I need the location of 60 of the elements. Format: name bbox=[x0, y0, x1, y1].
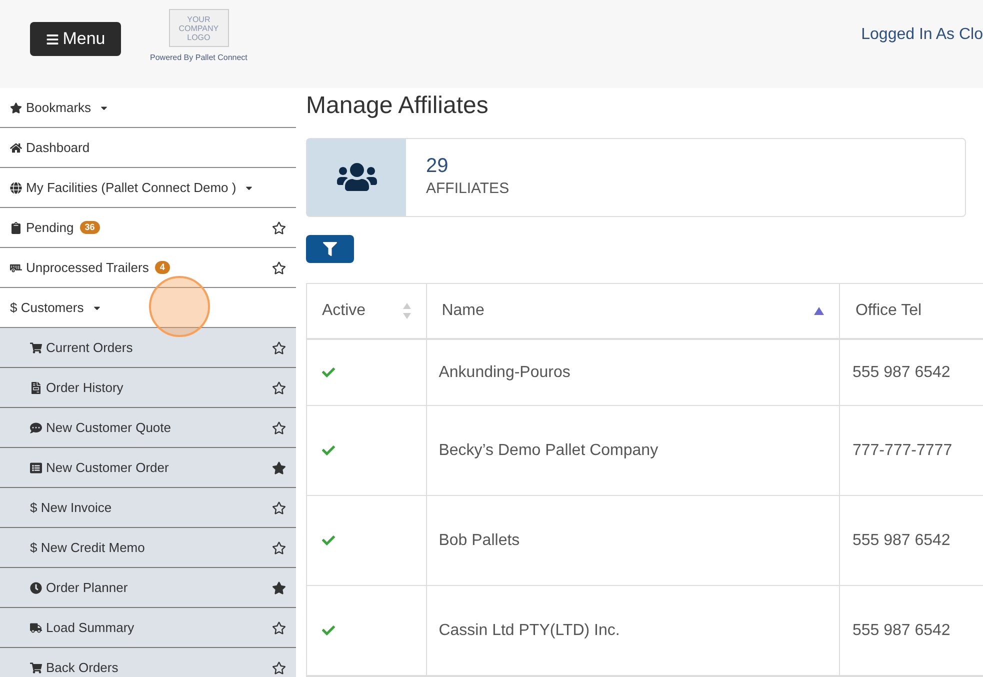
menu-button[interactable]: Menu bbox=[30, 22, 121, 56]
bookmark-star-icon[interactable] bbox=[272, 340, 286, 354]
home-icon bbox=[10, 142, 22, 154]
document-icon bbox=[30, 382, 42, 394]
table-cell-text: Bob Pallets bbox=[438, 530, 520, 550]
bookmark-star-icon[interactable] bbox=[272, 540, 286, 554]
sidebar-subitem[interactable]: New Customer Order bbox=[0, 448, 296, 488]
sidebar-subitem[interactable]: New Customer Quote bbox=[0, 408, 296, 448]
sidebar-subitem[interactable]: Load Summary bbox=[0, 608, 296, 648]
bookmark-star-icon[interactable] bbox=[272, 220, 286, 234]
cart-icon bbox=[30, 662, 42, 674]
list-icon bbox=[30, 462, 42, 474]
table-cell-text: 555 987 6542 bbox=[852, 530, 950, 550]
truck-icon bbox=[30, 622, 42, 634]
sidebar-subitem[interactable]: $ New Invoice bbox=[0, 488, 296, 528]
table-cell-text: 555 987 6542 bbox=[852, 362, 950, 382]
star-icon bbox=[10, 102, 22, 114]
clipboard-icon bbox=[10, 222, 22, 234]
company-logo: YOUR COMPANY LOGO bbox=[168, 9, 229, 47]
sidebar-item[interactable]: Dashboard bbox=[0, 128, 296, 168]
bookmark-star-icon[interactable] bbox=[272, 260, 286, 274]
powered-by-text: Powered By Pallet Connect bbox=[150, 52, 248, 64]
bookmark-star-icon[interactable] bbox=[272, 420, 286, 434]
filter-icon bbox=[323, 242, 337, 256]
sidebar-subitem[interactable]: $ New Credit Memo bbox=[0, 528, 296, 568]
sidebar-item[interactable]: Bookmarks bbox=[0, 88, 296, 128]
bookmark-star-icon[interactable] bbox=[272, 660, 286, 674]
menu-icon bbox=[46, 32, 59, 46]
table-cell-text: Cassin Ltd PTY(LTD) Inc. bbox=[438, 620, 620, 640]
sidebar-item[interactable]: Pending 36 bbox=[0, 208, 296, 248]
sidebar-item[interactable]: Unprocessed Trailers 4 bbox=[0, 248, 296, 288]
bookmark-star-icon[interactable] bbox=[272, 620, 286, 634]
bookmark-star-icon[interactable] bbox=[272, 460, 286, 474]
bookmark-star-icon[interactable] bbox=[272, 580, 286, 594]
sidebar-subitem[interactable]: Back Orders bbox=[0, 648, 296, 677]
sidebar-subitem[interactable]: Order Planner bbox=[0, 568, 296, 608]
logged-in-text: Logged In As Clo bbox=[861, 25, 983, 45]
table-cell-text: Ankunding-Pouros bbox=[438, 362, 570, 382]
column-header[interactable]: Office Tel bbox=[840, 284, 983, 338]
globe-icon bbox=[10, 182, 22, 194]
table-cell-text: 555 987 6542 bbox=[852, 620, 950, 640]
stat-count: 29 bbox=[426, 154, 450, 178]
sidebar-subitem[interactable]: Order History bbox=[0, 368, 296, 408]
sidebar-item[interactable]: My Facilities (Pallet Connect Demo ) bbox=[0, 168, 296, 208]
speech-bubble-icon bbox=[30, 422, 42, 434]
count-badge: 36 bbox=[80, 220, 100, 234]
page-title: Manage Affiliates bbox=[306, 92, 490, 120]
stat-label: AFFILIATES bbox=[426, 179, 510, 200]
bookmark-star-icon[interactable] bbox=[272, 500, 286, 514]
column-header[interactable]: Active bbox=[307, 284, 427, 338]
bookmark-star-icon[interactable] bbox=[272, 380, 286, 394]
cart-icon bbox=[30, 342, 42, 354]
clock-icon bbox=[30, 582, 42, 594]
sidebar-subitem[interactable]: Current Orders bbox=[0, 328, 296, 368]
column-header[interactable]: Name bbox=[426, 284, 840, 338]
trailer-icon bbox=[10, 262, 22, 274]
table-cell-text: Becky’s Demo Pallet Company bbox=[438, 440, 658, 460]
count-badge: 4 bbox=[154, 260, 170, 274]
table-cell-text: 777-777-7777 bbox=[852, 440, 952, 460]
filter-button[interactable] bbox=[306, 234, 354, 263]
